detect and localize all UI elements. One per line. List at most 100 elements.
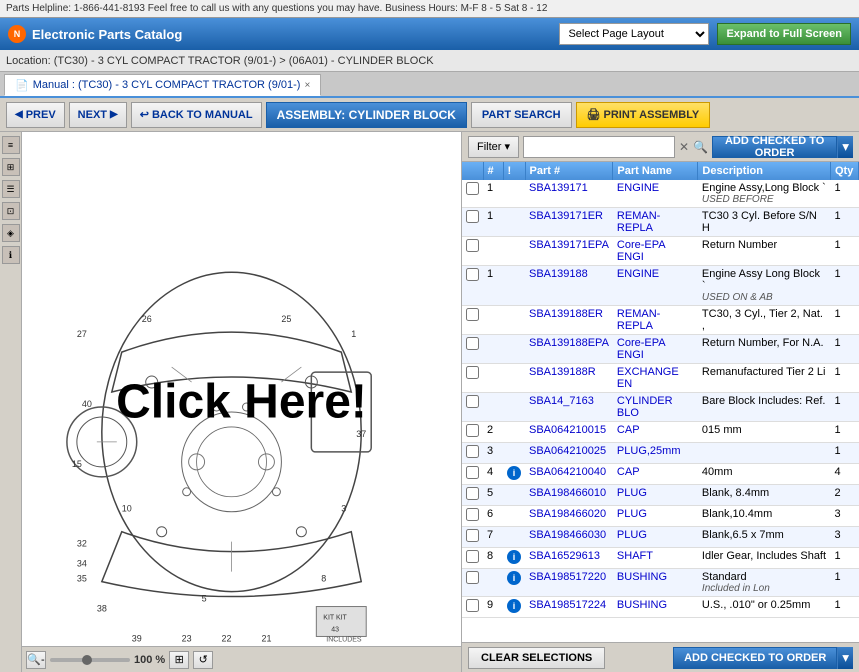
bottom-add-to-order-button[interactable]: ADD CHECKED TO ORDER <box>673 647 837 669</box>
part-name-link[interactable]: CAP <box>617 424 640 436</box>
part-name-link[interactable]: PLUG,25mm <box>617 445 681 457</box>
sidebar-icon-6[interactable]: ℹ <box>2 246 20 264</box>
part-number-link[interactable]: SBA064210015 <box>529 424 606 436</box>
zoom-slider-thumb <box>82 655 92 665</box>
row-checkbox[interactable] <box>466 395 479 408</box>
table-row: 8iSBA16529613SHAFTIdler Gear, Includes S… <box>462 548 859 569</box>
zoom-reset-button[interactable]: ↺ <box>193 651 213 669</box>
row-part-name: SHAFT <box>613 548 698 569</box>
zoom-slider-track[interactable] <box>50 658 130 662</box>
info-icon[interactable]: i <box>507 466 521 480</box>
row-checkbox[interactable] <box>466 182 479 195</box>
back-to-manual-button[interactable]: ↩ BACK TO MANUAL <box>131 102 262 128</box>
row-checkbox[interactable] <box>466 508 479 521</box>
row-checkbox[interactable] <box>466 445 479 458</box>
row-checkbox[interactable] <box>466 239 479 252</box>
part-name-link[interactable]: ENGINE <box>617 182 659 194</box>
part-number-link[interactable]: SBA139188EPA <box>529 337 609 349</box>
zoom-fit-button[interactable]: ⊞ <box>169 651 189 669</box>
filter-input[interactable] <box>523 136 675 158</box>
part-number-link[interactable]: SBA139171 <box>529 182 588 194</box>
add-to-order-dropdown-button[interactable]: ▾ <box>837 136 853 158</box>
part-name-link[interactable]: ENGINE <box>617 268 659 280</box>
row-part-number: SBA139188EPA <box>525 335 613 364</box>
part-name-link[interactable]: PLUG <box>617 487 647 499</box>
part-number-link[interactable]: SBA064210025 <box>529 445 606 457</box>
row-checkbox[interactable] <box>466 268 479 281</box>
sidebar-icon-3[interactable]: ☰ <box>2 180 20 198</box>
filter-clear-button[interactable]: ✕ <box>679 140 689 154</box>
info-icon[interactable]: i <box>507 571 521 585</box>
row-description <box>698 443 831 464</box>
manual-tab[interactable]: 📄 Manual : (TC30) - 3 CYL COMPACT TRACTO… <box>4 74 321 96</box>
part-number-link[interactable]: SBA139171EPA <box>529 239 609 251</box>
filter-button[interactable]: Filter ▾ <box>468 136 519 158</box>
part-search-button[interactable]: PART SEARCH <box>471 102 572 128</box>
part-name-link[interactable]: Core-EPA ENGI <box>617 337 665 361</box>
part-name-link[interactable]: EXCHANGE EN <box>617 366 679 390</box>
row-checkbox[interactable] <box>466 337 479 350</box>
row-checkbox[interactable] <box>466 210 479 223</box>
col-header-num: # <box>483 162 503 180</box>
row-checkbox[interactable] <box>466 529 479 542</box>
row-qty: 1 <box>831 422 859 443</box>
info-icon[interactable]: i <box>507 550 521 564</box>
assembly-button[interactable]: ASSEMBLY: CYLINDER BLOCK <box>266 102 467 128</box>
part-name-link[interactable]: BUSHING <box>617 571 667 583</box>
part-name-link[interactable]: SHAFT <box>617 550 653 562</box>
bottom-add-to-order-dropdown-button[interactable]: ▾ <box>837 647 853 669</box>
part-name-link[interactable]: Core-EPA ENGI <box>617 239 665 263</box>
row-checkbox-cell <box>462 422 483 443</box>
row-checkbox[interactable] <box>466 571 479 584</box>
row-checkbox[interactable] <box>466 550 479 563</box>
part-number-link[interactable]: SBA198517220 <box>529 571 606 583</box>
sidebar-icon-4[interactable]: ⊡ <box>2 202 20 220</box>
row-checkbox[interactable] <box>466 424 479 437</box>
part-number-link[interactable]: SBA14_7163 <box>529 395 594 407</box>
row-part-name: CYLINDER BLO <box>613 393 698 422</box>
filter-search-button[interactable]: 🔍 <box>693 140 708 154</box>
svg-text:40: 40 <box>82 399 92 409</box>
expand-fullscreen-button[interactable]: Expand to Full Screen <box>717 23 851 45</box>
page-layout-select[interactable]: Select Page Layout <box>559 23 709 45</box>
row-checkbox[interactable] <box>466 466 479 479</box>
info-icon[interactable]: i <box>507 599 521 613</box>
sidebar-icon-5[interactable]: ◈ <box>2 224 20 242</box>
part-number-link[interactable]: SBA064210040 <box>529 466 606 478</box>
row-checkbox[interactable] <box>466 599 479 612</box>
part-name-link[interactable]: CYLINDER BLO <box>617 395 673 419</box>
row-checkbox[interactable] <box>466 366 479 379</box>
sidebar-icon-1[interactable]: ≡ <box>2 136 20 154</box>
zoom-out-button[interactable]: 🔍- <box>26 651 46 669</box>
row-note: USED ON & AB <box>702 292 827 303</box>
part-number-link[interactable]: SBA139171ER <box>529 210 603 222</box>
row-checkbox[interactable] <box>466 487 479 500</box>
clear-selections-button[interactable]: CLEAR SELECTIONS <box>468 647 605 669</box>
row-checkbox[interactable] <box>466 308 479 321</box>
sidebar-icon-2[interactable]: ⊞ <box>2 158 20 176</box>
part-name-link[interactable]: REMAN-REPLA <box>617 308 660 332</box>
part-number-link[interactable]: SBA139188R <box>529 366 596 378</box>
parts-table-container[interactable]: # ! Part # Part Name Description Qty 1SB… <box>462 162 859 642</box>
part-number-link[interactable]: SBA139188ER <box>529 308 603 320</box>
part-name-link[interactable]: PLUG <box>617 508 647 520</box>
diagram-toolbar: 🔍- 100 % ⊞ ↺ <box>22 646 461 672</box>
add-to-order-button[interactable]: ADD CHECKED TO ORDER <box>712 136 837 158</box>
row-info-cell <box>503 485 525 506</box>
part-number-link[interactable]: SBA198466020 <box>529 508 606 520</box>
next-button[interactable]: NEXT ▶ <box>69 102 127 128</box>
part-number-link[interactable]: SBA198517224 <box>529 599 606 611</box>
part-name-link[interactable]: PLUG <box>617 529 647 541</box>
prev-button[interactable]: ◀ PREV <box>6 102 65 128</box>
part-number-link[interactable]: SBA198466030 <box>529 529 606 541</box>
tab-close-icon[interactable]: × <box>304 80 310 91</box>
part-number-link[interactable]: SBA139188 <box>529 268 588 280</box>
click-here-overlay[interactable]: Click Here! <box>116 375 367 430</box>
part-name-link[interactable]: REMAN-REPLA <box>617 210 660 234</box>
print-assembly-button[interactable]: 🖨 PRINT ASSEMBLY <box>576 102 711 128</box>
part-number-link[interactable]: SBA16529613 <box>529 550 600 562</box>
row-checkbox-cell <box>462 485 483 506</box>
part-name-link[interactable]: BUSHING <box>617 599 667 611</box>
part-name-link[interactable]: CAP <box>617 466 640 478</box>
part-number-link[interactable]: SBA198466010 <box>529 487 606 499</box>
